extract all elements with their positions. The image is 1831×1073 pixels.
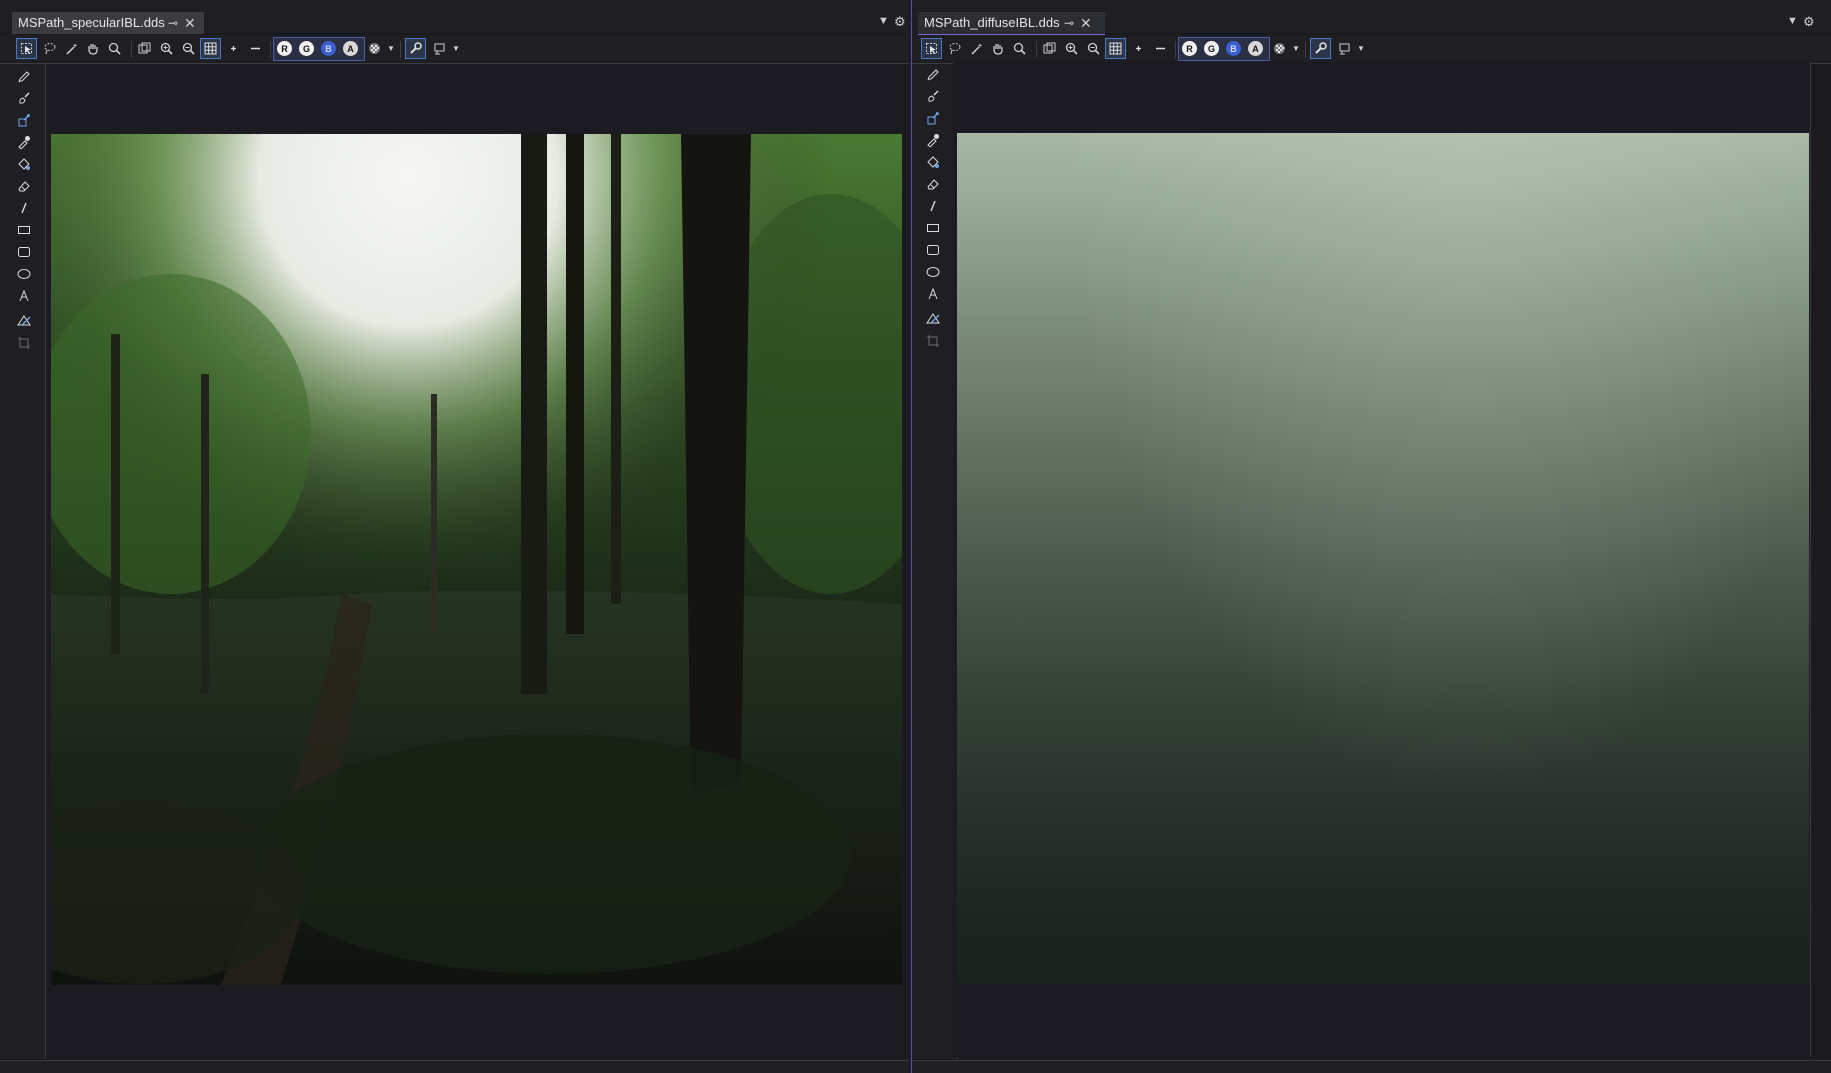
left-toolbar: R G B A ▼ ▼ bbox=[0, 35, 909, 64]
magic-wand-icon[interactable] bbox=[62, 39, 81, 58]
right-bottom-bar bbox=[912, 1060, 1831, 1073]
checkerboard-icon[interactable] bbox=[365, 39, 384, 58]
channel-b-icon[interactable]: B bbox=[321, 41, 336, 56]
ellipse-icon[interactable] bbox=[923, 263, 943, 281]
line-icon[interactable] bbox=[923, 197, 943, 215]
brush-icon[interactable] bbox=[923, 87, 943, 105]
zoom-out-icon[interactable] bbox=[1084, 39, 1103, 58]
wrench-icon[interactable] bbox=[1310, 38, 1331, 59]
hand-icon[interactable] bbox=[83, 39, 102, 58]
left-tab-title: MSPath_specularIBL.dds bbox=[18, 15, 165, 30]
channel-a-icon[interactable]: A bbox=[343, 41, 358, 56]
left-bottom-bar bbox=[0, 1060, 909, 1073]
diffuse-ibl-image bbox=[957, 133, 1809, 984]
crop-icon[interactable] bbox=[923, 332, 943, 350]
gear-icon[interactable]: ⚙ bbox=[894, 14, 906, 30]
fit-icon[interactable] bbox=[135, 39, 154, 58]
fit-icon[interactable] bbox=[1040, 39, 1059, 58]
rectangle-icon[interactable] bbox=[923, 219, 943, 237]
right-canvas[interactable] bbox=[953, 62, 1811, 1057]
channel-b-icon[interactable]: B bbox=[1226, 41, 1241, 56]
fill-icon[interactable] bbox=[14, 111, 34, 129]
stamp-dropdown-icon[interactable]: ▼ bbox=[1357, 44, 1365, 53]
checkerboard-dropdown-icon[interactable]: ▼ bbox=[1292, 44, 1300, 53]
paint-bucket-icon[interactable] bbox=[14, 155, 34, 173]
paint-bucket-icon[interactable] bbox=[923, 153, 943, 171]
stamp-icon[interactable] bbox=[1335, 39, 1354, 58]
hand-icon[interactable] bbox=[988, 39, 1007, 58]
plus-icon[interactable] bbox=[224, 39, 243, 58]
specular-ibl-image bbox=[51, 134, 902, 985]
lasso-icon[interactable] bbox=[945, 39, 964, 58]
checkerboard-icon[interactable] bbox=[1270, 39, 1289, 58]
left-tool-sidebar bbox=[0, 64, 46, 1059]
zoom-in-icon[interactable] bbox=[1062, 39, 1081, 58]
zoom-icon[interactable] bbox=[1010, 39, 1029, 58]
pencil-icon[interactable] bbox=[923, 65, 943, 83]
gradient-icon[interactable] bbox=[923, 309, 943, 327]
left-document-tab[interactable]: MSPath_specularIBL.dds ⊸ ✕ bbox=[12, 12, 204, 34]
pin-icon[interactable]: ⊸ bbox=[1064, 12, 1074, 34]
line-icon[interactable] bbox=[14, 199, 34, 217]
channel-a-icon[interactable]: A bbox=[1248, 41, 1263, 56]
tab-list-dropdown-icon[interactable]: ▼ bbox=[878, 15, 889, 27]
close-icon[interactable]: ✕ bbox=[1080, 12, 1092, 34]
left-canvas[interactable] bbox=[47, 64, 902, 1059]
text-icon[interactable] bbox=[14, 287, 34, 305]
eraser-icon[interactable] bbox=[923, 175, 943, 193]
rounded-rectangle-icon[interactable] bbox=[923, 241, 943, 259]
channel-r-icon[interactable]: R bbox=[1182, 41, 1197, 56]
close-icon[interactable]: ✕ bbox=[184, 12, 196, 34]
rounded-rectangle-icon[interactable] bbox=[14, 243, 34, 261]
right-tab-title: MSPath_diffuseIBL.dds bbox=[924, 15, 1060, 30]
zoom-icon[interactable] bbox=[105, 39, 124, 58]
gradient-icon[interactable] bbox=[14, 311, 34, 329]
tab-list-dropdown-icon[interactable]: ▼ bbox=[1787, 15, 1798, 27]
select-icon[interactable] bbox=[16, 38, 37, 59]
wrench-icon[interactable] bbox=[405, 38, 426, 59]
rectangle-icon[interactable] bbox=[14, 221, 34, 239]
right-tabstrip: MSPath_diffuseIBL.dds ⊸ ✕ ▼ ⚙ bbox=[912, 0, 1831, 36]
channel-r-icon[interactable]: R bbox=[277, 41, 292, 56]
lasso-icon[interactable] bbox=[40, 39, 59, 58]
pencil-icon[interactable] bbox=[14, 67, 34, 85]
channel-g-icon[interactable]: G bbox=[299, 41, 314, 56]
magic-wand-icon[interactable] bbox=[967, 39, 986, 58]
channel-g-icon[interactable]: G bbox=[1204, 41, 1219, 56]
left-tabstrip: MSPath_specularIBL.dds ⊸ ✕ ▼ ⚙ bbox=[0, 0, 909, 34]
stamp-icon[interactable] bbox=[430, 39, 449, 58]
right-document-pane: MSPath_diffuseIBL.dds ⊸ ✕ ▼ ⚙ R G B A ▼ … bbox=[911, 0, 1831, 1073]
right-toolbar: R G B A ▼ ▼ bbox=[912, 35, 1831, 64]
checkerboard-dropdown-icon[interactable]: ▼ bbox=[387, 44, 395, 53]
grid-icon[interactable] bbox=[200, 38, 221, 59]
crop-icon[interactable] bbox=[14, 334, 34, 352]
brush-icon[interactable] bbox=[14, 89, 34, 107]
fill-icon[interactable] bbox=[923, 109, 943, 127]
select-icon[interactable] bbox=[921, 38, 942, 59]
grid-icon[interactable] bbox=[1105, 38, 1126, 59]
right-document-tab[interactable]: MSPath_diffuseIBL.dds ⊸ ✕ bbox=[918, 12, 1105, 36]
ellipse-icon[interactable] bbox=[14, 265, 34, 283]
minus-icon[interactable] bbox=[246, 39, 265, 58]
eyedropper-icon[interactable] bbox=[923, 131, 943, 149]
eyedropper-icon[interactable] bbox=[14, 133, 34, 151]
text-icon[interactable] bbox=[923, 285, 943, 303]
minus-icon[interactable] bbox=[1151, 39, 1170, 58]
zoom-out-icon[interactable] bbox=[179, 39, 198, 58]
right-tool-sidebar bbox=[912, 64, 958, 1059]
plus-icon[interactable] bbox=[1129, 39, 1148, 58]
stamp-dropdown-icon[interactable]: ▼ bbox=[452, 44, 460, 53]
eraser-icon[interactable] bbox=[14, 177, 34, 195]
zoom-in-icon[interactable] bbox=[157, 39, 176, 58]
gear-icon[interactable]: ⚙ bbox=[1803, 14, 1815, 30]
pin-icon[interactable]: ⊸ bbox=[168, 12, 178, 34]
left-document-pane: MSPath_specularIBL.dds ⊸ ✕ ▼ ⚙ R G B A ▼… bbox=[0, 0, 909, 1073]
